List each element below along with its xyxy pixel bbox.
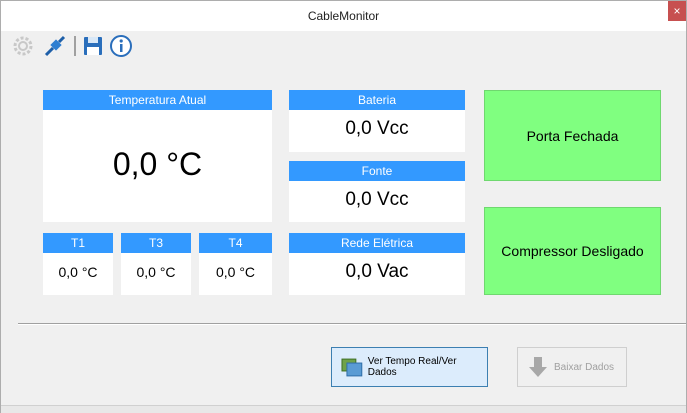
sensor-t3-value: 0,0 °C xyxy=(136,264,176,280)
power-supply-header: Fonte xyxy=(289,161,465,181)
current-temperature-value: 0,0 °C xyxy=(112,146,203,182)
sensor-t1-value: 0,0 °C xyxy=(58,264,98,280)
sensor-t3-panel: T3 0,0 °C xyxy=(121,233,191,295)
sensor-t4-panel: T4 0,0 °C xyxy=(199,233,272,295)
windows-icon xyxy=(341,358,363,377)
battery-header: Bateria xyxy=(289,90,465,110)
info-icon[interactable] xyxy=(109,34,133,58)
compressor-status: Compressor Desligado xyxy=(484,207,661,295)
battery-value: 0,0 Vcc xyxy=(345,118,409,139)
sensor-t1-panel: T1 0,0 °C xyxy=(43,233,113,295)
download-data-label: Baixar Dados xyxy=(554,361,615,373)
mains-panel: Rede Elétrica 0,0 Vac xyxy=(289,233,465,295)
gear-icon[interactable] xyxy=(11,34,35,58)
close-button[interactable]: × xyxy=(668,1,686,21)
toolbar xyxy=(1,31,686,61)
door-status: Porta Fechada xyxy=(484,90,661,181)
realtime-view-button[interactable]: Ver Tempo Real/Ver Dados xyxy=(331,347,488,387)
status-bar xyxy=(1,405,686,413)
save-icon[interactable] xyxy=(81,34,105,58)
window-title: CableMonitor xyxy=(307,9,380,23)
title-bar: CableMonitor × xyxy=(1,1,686,31)
battery-panel: Bateria 0,0 Vcc xyxy=(289,90,465,152)
app-window: CableMonitor × Temperatura Atual 0,0 °C … xyxy=(0,0,687,413)
sensor-t3-header: T3 xyxy=(121,233,191,253)
mains-value: 0,0 Vac xyxy=(345,261,409,282)
sensor-t1-header: T1 xyxy=(43,233,113,253)
sensor-t4-header: T4 xyxy=(199,233,272,253)
action-bar: Ver Tempo Real/Ver Dados Baixar Dados xyxy=(1,325,686,405)
download-arrow-icon xyxy=(529,357,547,377)
download-data-button[interactable]: Baixar Dados xyxy=(517,347,627,387)
power-supply-panel: Fonte 0,0 Vcc xyxy=(289,161,465,222)
power-supply-value: 0,0 Vcc xyxy=(345,189,409,210)
toolbar-separator xyxy=(74,36,76,56)
current-temperature-header: Temperatura Atual xyxy=(43,90,272,110)
realtime-view-label: Ver Tempo Real/Ver Dados xyxy=(367,356,457,378)
dashboard-area: Temperatura Atual 0,0 °C T1 0,0 °C T3 0,… xyxy=(18,61,686,323)
sensor-t4-value: 0,0 °C xyxy=(215,264,256,280)
current-temperature-panel: Temperatura Atual 0,0 °C xyxy=(43,90,272,222)
connect-icon[interactable] xyxy=(43,34,67,58)
mains-header: Rede Elétrica xyxy=(289,233,465,253)
